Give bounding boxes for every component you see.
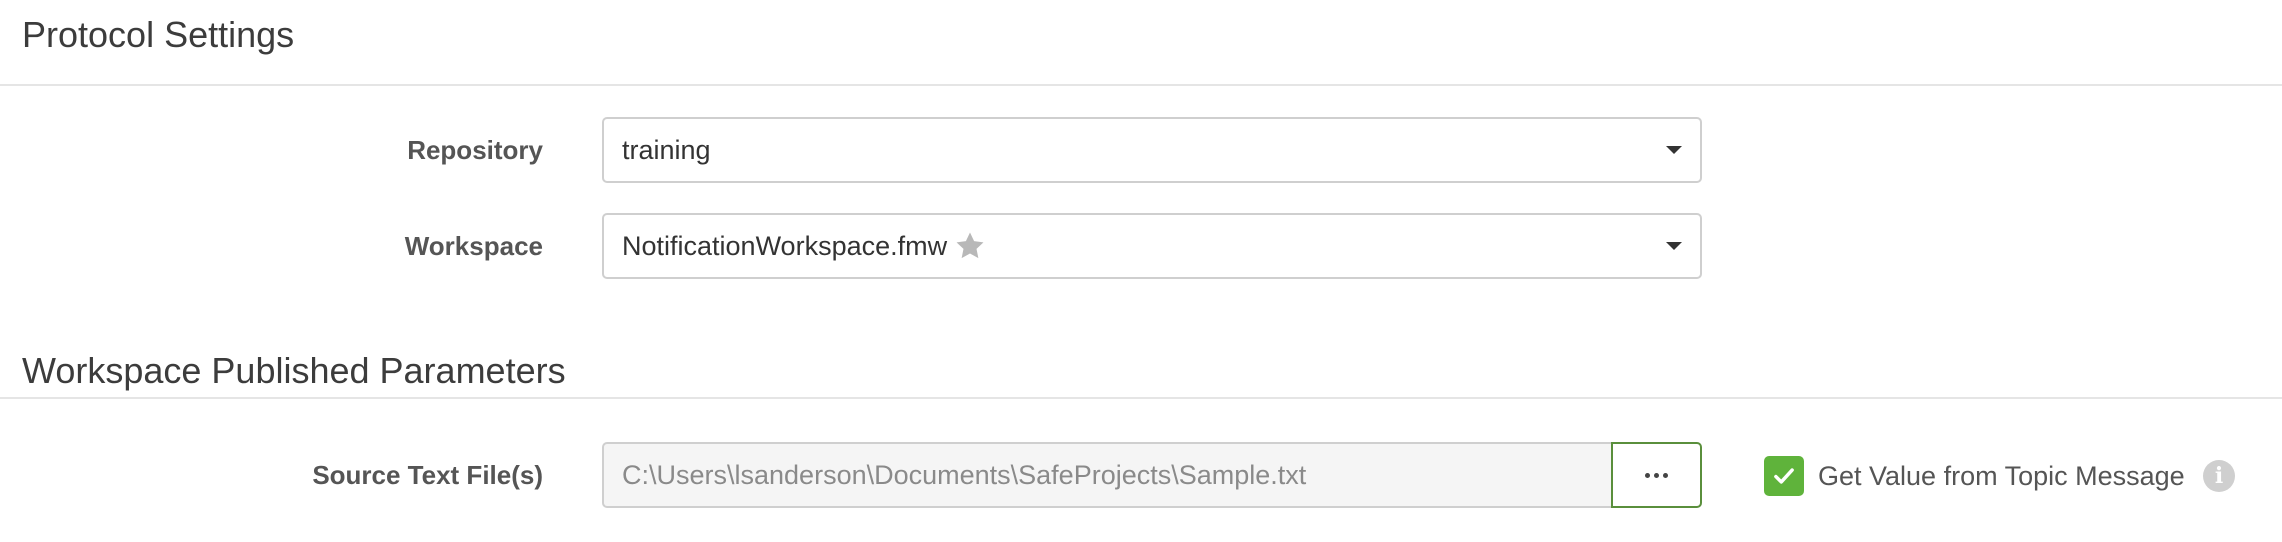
topic-message-label[interactable]: Get Value from Topic Message	[1818, 456, 2185, 496]
published-parameters-title: Workspace Published Parameters	[22, 350, 566, 391]
repository-select-value: training	[622, 134, 711, 165]
section-divider	[0, 84, 2282, 86]
repository-label: Repository	[407, 135, 543, 165]
source-text-files-label: Source Text File(s)	[312, 460, 543, 490]
topic-message-checkbox[interactable]	[1764, 456, 1804, 496]
checkmark-icon	[1774, 468, 1794, 484]
workspace-select[interactable]: NotificationWorkspace.fmw	[602, 213, 1702, 279]
browse-button[interactable]	[1611, 442, 1702, 508]
info-icon[interactable]: i	[2203, 460, 2235, 492]
caret-down-icon	[1666, 146, 1682, 154]
workspace-select-value: NotificationWorkspace.fmw	[622, 230, 948, 261]
workspace-label: Workspace	[404, 231, 543, 261]
star-icon[interactable]	[953, 229, 987, 263]
caret-down-icon	[1666, 242, 1682, 250]
section-divider	[0, 397, 2282, 399]
repository-select[interactable]: training	[602, 117, 1702, 183]
source-text-files-input[interactable]: C:\Users\lsanderson\Documents\SafeProjec…	[602, 442, 1612, 508]
ellipsis-icon	[1645, 472, 1668, 478]
protocol-settings-title: Protocol Settings	[22, 14, 295, 55]
